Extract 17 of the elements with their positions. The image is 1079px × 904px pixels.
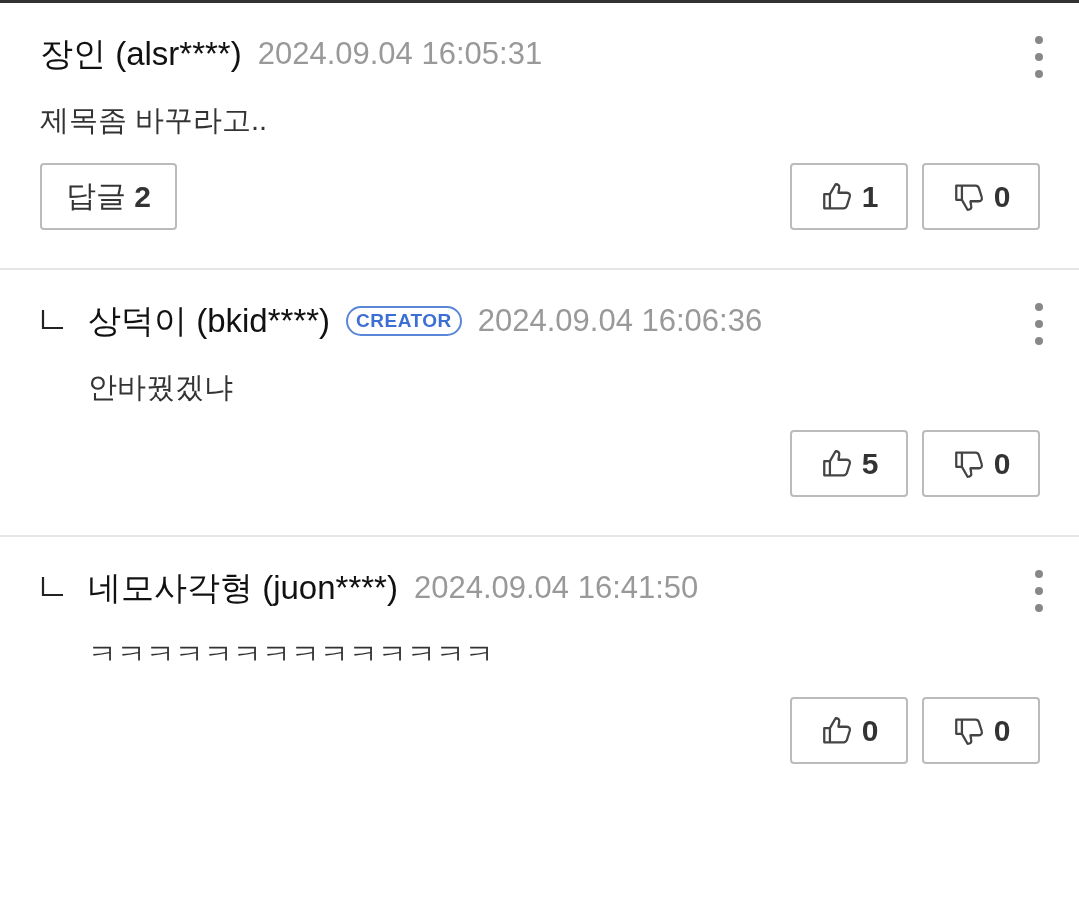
creator-badge: CREATOR: [346, 306, 462, 336]
author-name: 네모사각형 (juon****): [88, 567, 398, 608]
comment-time: 2024.09.04 16:41:50: [413, 570, 699, 606]
like-button[interactable]: 1: [790, 163, 908, 230]
comment-time: 2024.09.04 16:05:31: [257, 36, 543, 72]
dislike-button[interactable]: 0: [922, 697, 1040, 764]
comment-time: 2024.09.04 16:06:36: [477, 303, 763, 339]
like-button[interactable]: 5: [790, 430, 908, 497]
like-button[interactable]: 0: [790, 697, 908, 764]
comment-text: ㅋㅋㅋㅋㅋㅋㅋㅋㅋㅋㅋㅋㅋㅋ: [88, 638, 494, 670]
comment-text: 제목좀 바꾸라고..: [40, 104, 268, 136]
dislike-button[interactable]: 0: [922, 163, 1040, 230]
dislike-button[interactable]: 0: [922, 430, 1040, 497]
comment-text: 안바꿨겠냐: [88, 371, 233, 403]
author-name: 장인 (alsr****): [40, 33, 242, 74]
reply-button[interactable]: 답글 2: [40, 163, 177, 230]
author-name: 상덕이 (bkid****): [88, 300, 331, 341]
